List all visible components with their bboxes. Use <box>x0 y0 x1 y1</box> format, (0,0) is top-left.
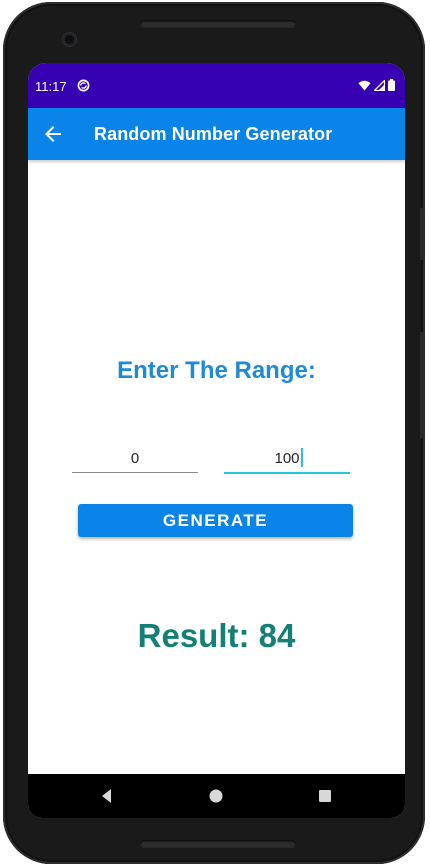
back-triangle-icon[interactable] <box>98 787 116 805</box>
range-heading: Enter The Range: <box>117 357 316 384</box>
wifi-icon <box>358 80 371 90</box>
sync-icon <box>77 79 90 92</box>
result-text: Result: 84 <box>137 617 296 654</box>
min-input[interactable] <box>72 444 198 473</box>
power-button <box>420 332 425 438</box>
volume-button <box>420 208 425 260</box>
screen: 11:17 Random Number Generator Enter The … <box>28 63 405 818</box>
generate-button[interactable]: GENERATE <box>78 504 353 537</box>
app-bar: Random Number Generator <box>28 108 405 160</box>
battery-icon <box>388 79 395 91</box>
status-time: 11:17 <box>35 79 67 94</box>
status-icons <box>358 79 395 91</box>
front-camera <box>63 33 76 46</box>
recents-square-icon[interactable] <box>316 787 334 805</box>
arrow-back-icon[interactable] <box>41 122 65 146</box>
text-cursor <box>301 448 303 467</box>
phone-frame: 11:17 Random Number Generator Enter The … <box>3 2 425 864</box>
earpiece-speaker <box>140 20 296 28</box>
status-bar: 11:17 <box>28 63 405 108</box>
signal-icon <box>374 79 385 91</box>
max-input[interactable] <box>224 444 350 474</box>
home-circle-icon[interactable] <box>207 787 225 805</box>
bottom-speaker <box>140 840 296 848</box>
navigation-bar <box>28 774 405 818</box>
app-title: Random Number Generator <box>94 124 333 144</box>
